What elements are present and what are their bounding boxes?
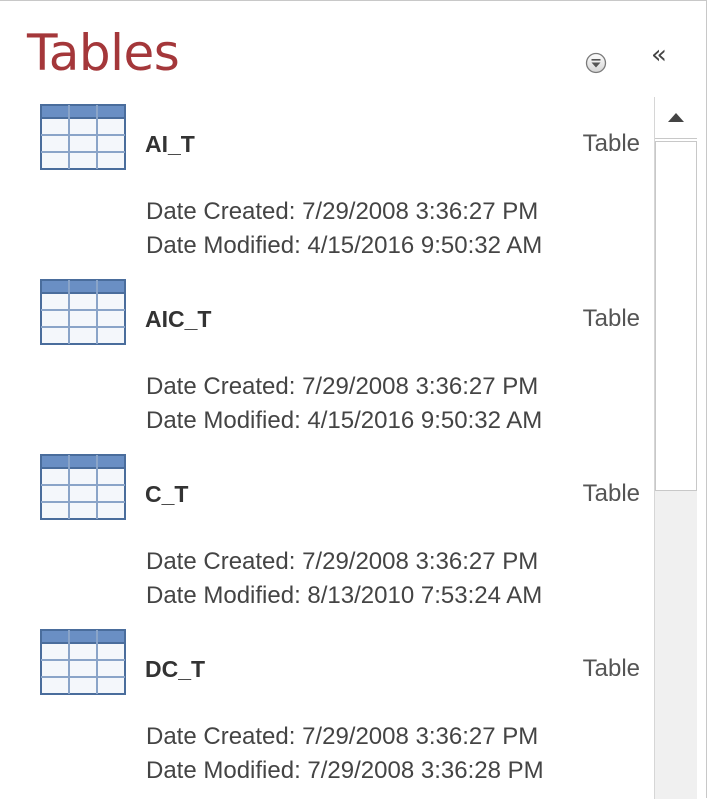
date-created: Date Created: 7/29/2008 3:36:27 PM	[146, 373, 539, 400]
list-item[interactable]: AIC_T Table Date Created: 7/29/2008 3:36…	[0, 272, 654, 447]
item-type: Table	[582, 305, 640, 332]
list-item[interactable]: C_T Table Date Created: 7/29/2008 3:36:2…	[0, 447, 654, 622]
pane-title: Tables	[27, 24, 180, 82]
item-type: Table	[582, 480, 640, 507]
scroll-thumb[interactable]	[655, 141, 697, 491]
table-icon	[40, 454, 126, 520]
date-modified: Date Modified: 4/15/2016 9:50:32 AM	[146, 407, 543, 434]
table-icon	[40, 629, 126, 695]
collapse-pane-button[interactable]: «	[645, 41, 673, 69]
item-name: DC_T	[145, 656, 206, 682]
vertical-scrollbar[interactable]	[654, 97, 697, 799]
table-icon	[40, 104, 126, 170]
item-meta: Date Created: 7/29/2008 3:36:27 PM Date …	[146, 370, 542, 438]
object-list: AI_T Table Date Created: 7/29/2008 3:36:…	[0, 97, 654, 799]
scroll-track[interactable]	[655, 491, 697, 799]
item-meta: Date Created: 7/29/2008 3:36:27 PM Date …	[146, 720, 544, 788]
item-meta: Date Created: 7/29/2008 3:36:27 PM Date …	[146, 545, 542, 613]
date-created: Date Created: 7/29/2008 3:36:27 PM	[146, 723, 539, 750]
item-type: Table	[582, 130, 640, 157]
date-modified: Date Modified: 4/15/2016 9:50:32 AM	[146, 232, 543, 259]
navigation-pane: Tables « AI_T Table Date Created: 7/29/2…	[0, 0, 707, 799]
date-created: Date Created: 7/29/2008 3:36:27 PM	[146, 198, 539, 225]
scroll-up-arrow-icon[interactable]	[655, 97, 697, 139]
item-meta: Date Created: 7/29/2008 3:36:27 PM Date …	[146, 195, 542, 263]
list-item[interactable]: DC_T Table Date Created: 7/29/2008 3:36:…	[0, 622, 654, 797]
date-modified: Date Modified: 7/29/2008 3:36:28 PM	[146, 757, 544, 784]
item-name: AI_T	[145, 131, 195, 157]
date-created: Date Created: 7/29/2008 3:36:27 PM	[146, 548, 539, 575]
date-modified: Date Modified: 8/13/2010 7:53:24 AM	[146, 582, 543, 609]
list-item[interactable]: AI_T Table Date Created: 7/29/2008 3:36:…	[0, 97, 654, 272]
pane-menu-button[interactable]	[585, 52, 607, 74]
item-type: Table	[582, 655, 640, 682]
table-icon	[40, 279, 126, 345]
item-name: AIC_T	[145, 306, 212, 332]
double-chevron-left-icon: «	[651, 40, 667, 70]
dropdown-circle-icon	[585, 52, 607, 74]
item-name: C_T	[145, 481, 189, 507]
